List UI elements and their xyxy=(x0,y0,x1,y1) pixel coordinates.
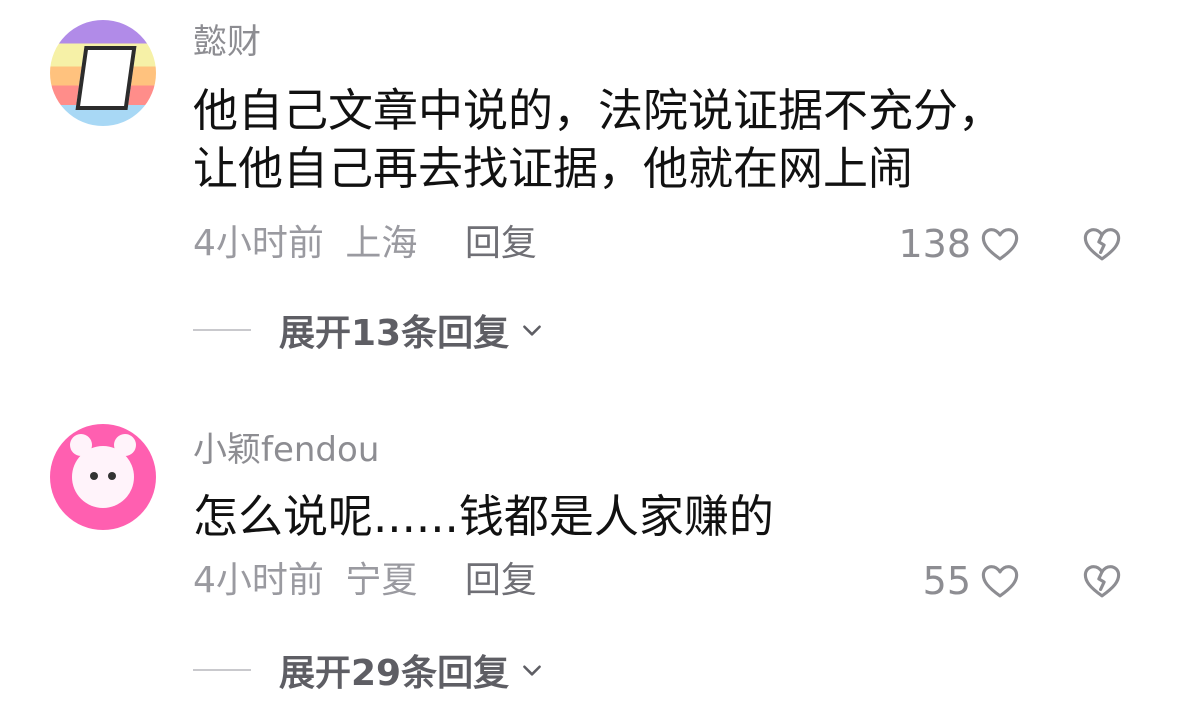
comment-text-line: 他自己文章中说的，法院说证据不充分， xyxy=(193,84,1004,137)
comment-time: 4小时前 xyxy=(193,223,324,264)
broken-heart-icon[interactable] xyxy=(1081,223,1123,265)
likes-area: 138 xyxy=(898,223,1123,265)
comment-time: 4小时前 xyxy=(193,560,324,601)
comment-text-line: 怎么说呢......钱都是人家赚的 xyxy=(193,490,774,543)
expand-replies-label: 展开13条回复 xyxy=(279,313,510,354)
comment-text: 他自己文章中说的，法院说证据不充分， 让他自己再去找证据，他就在网上闹 xyxy=(193,82,1143,198)
avatar[interactable] xyxy=(50,20,156,126)
reply-button[interactable]: 回复 xyxy=(465,223,537,264)
heart-icon[interactable] xyxy=(979,223,1021,265)
expand-replies-label: 展开29条回复 xyxy=(279,653,510,694)
like-count: 55 xyxy=(922,559,971,603)
username[interactable]: 懿财 xyxy=(193,22,261,62)
expand-replies-button[interactable]: 展开13条回复 xyxy=(193,308,545,354)
expand-replies-button[interactable]: 展开29条回复 xyxy=(193,648,545,694)
divider-line xyxy=(193,329,251,331)
avatar-image xyxy=(50,20,156,126)
plush-eye xyxy=(90,472,98,480)
reply-button[interactable]: 回复 xyxy=(465,560,537,601)
broken-heart-icon[interactable] xyxy=(1081,560,1123,602)
chevron-down-icon xyxy=(523,325,541,336)
like-count: 138 xyxy=(898,222,971,266)
divider-line xyxy=(193,669,251,671)
likes-area: 55 xyxy=(923,560,1123,602)
comment-item: 小颖fendou 怎么说呢......钱都是人家赚的 4小时前 宁夏 回复 55… xyxy=(0,412,1178,711)
plush-toy-icon xyxy=(72,446,134,508)
comment-location: 宁夏 xyxy=(345,560,418,601)
heart-icon[interactable] xyxy=(979,560,1021,602)
username[interactable]: 小颖fendou xyxy=(193,430,379,470)
comment-meta: 4小时前 宁夏 回复 55 xyxy=(193,560,1123,602)
comment-text: 怎么说呢......钱都是人家赚的 xyxy=(193,488,1143,546)
comment-text-line: 让他自己再去找证据，他就在网上闹 xyxy=(193,142,914,195)
comment-item: 懿财 他自己文章中说的，法院说证据不充分， 让他自己再去找证据，他就在网上闹 4… xyxy=(0,0,1178,390)
chevron-down-icon xyxy=(523,665,541,676)
card-icon xyxy=(75,46,137,110)
comment-location: 上海 xyxy=(345,223,418,264)
avatar[interactable] xyxy=(50,424,156,530)
comment-meta: 4小时前 上海 回复 138 xyxy=(193,223,1123,265)
plush-eye xyxy=(108,472,116,480)
avatar-image xyxy=(50,424,156,530)
